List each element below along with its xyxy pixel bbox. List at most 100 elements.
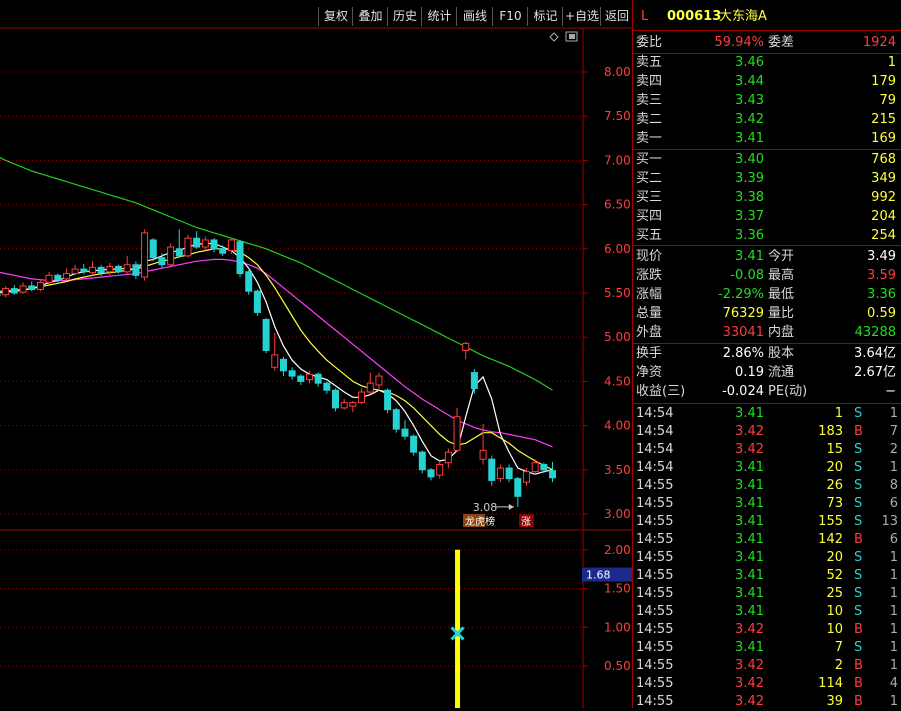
tick-row: 14:55 3.41 155 S 13	[633, 513, 901, 531]
candle-body	[106, 265, 114, 273]
stat-label: 流通	[768, 365, 795, 380]
candle-body	[279, 358, 287, 372]
candle	[332, 388, 340, 412]
candle	[123, 255, 131, 274]
candle	[88, 261, 96, 276]
level-volume: 179	[871, 74, 896, 89]
tick-side: S	[854, 478, 863, 493]
tick-time: 14:55	[636, 550, 674, 565]
tick-volume: 39	[826, 694, 843, 709]
price-tick-label: 6.50	[604, 198, 631, 212]
tick-volume: 26	[826, 478, 843, 493]
stat-label: 今开	[768, 249, 795, 264]
stat-label: 股本	[768, 346, 795, 361]
candle-body	[175, 248, 183, 257]
candle-body	[88, 266, 96, 274]
candle	[436, 460, 444, 479]
candle-body	[141, 232, 149, 278]
tick-time: 14:55	[636, 640, 674, 655]
level-price: 3.38	[735, 190, 764, 205]
candle-body	[80, 268, 88, 273]
ask-row: 卖一 3.41 169	[633, 130, 901, 148]
tick-side: B	[854, 658, 863, 673]
ma20-line	[0, 258, 553, 448]
tick-count: 2	[889, 442, 898, 457]
tick-time: 14:55	[636, 622, 674, 637]
tick-side: B	[854, 694, 863, 709]
tick-price: 3.42	[735, 658, 764, 673]
candle	[210, 238, 218, 253]
candle-body	[54, 274, 62, 281]
candle-body	[158, 257, 166, 266]
tick-count: 8	[889, 478, 898, 493]
level-label: 卖三	[636, 93, 663, 108]
candle	[253, 289, 261, 316]
candle-body	[522, 471, 530, 483]
candle-body	[444, 451, 452, 464]
level-price: 3.36	[735, 228, 764, 243]
candle-body	[36, 281, 44, 290]
tick-price: 3.41	[735, 406, 764, 421]
tick-count: 1	[889, 694, 898, 709]
tick-side: S	[854, 568, 863, 583]
candle-body	[488, 458, 496, 481]
candle-body	[297, 375, 305, 382]
candle	[349, 400, 357, 413]
tick-volume: 114	[818, 676, 843, 691]
stat-value: 0.59	[867, 306, 896, 321]
level-volume: 768	[871, 152, 896, 167]
indicator-tick-label: 1.50	[604, 582, 631, 596]
level-label: 卖五	[636, 55, 663, 70]
quote-panel: L 000613 大东海A 委比 59.94% 委差 1924 卖五 3.46 1 卖…	[632, 0, 901, 709]
candle	[132, 261, 140, 279]
level-price: 3.40	[735, 152, 764, 167]
price-tick-label: 7.00	[604, 153, 631, 167]
ask-row: 卖四 3.44 179	[633, 73, 901, 91]
tick-price: 3.42	[735, 442, 764, 457]
order-ratio-value: 59.94%	[714, 35, 764, 50]
candle	[141, 229, 149, 281]
order-diff-value: 1924	[862, 35, 896, 50]
tick-volume: 52	[826, 568, 843, 583]
tick-time: 14:55	[636, 658, 674, 673]
bid-row: 买五 3.36 254	[633, 227, 901, 245]
candle-body	[410, 435, 418, 453]
stat-value: 76329	[722, 306, 764, 321]
tick-price: 3.41	[735, 640, 764, 655]
kline-chart[interactable]: 8.00 7.50 7.00 6.50 6.00 5.50 5.00 4.50 4.00 3.50…	[0, 0, 632, 708]
stat-value: -2.29%	[718, 287, 764, 302]
candle	[462, 341, 470, 360]
level-label: 卖一	[636, 131, 663, 146]
candle	[488, 455, 496, 486]
tick-volume: 25	[826, 586, 843, 601]
candle-body	[271, 354, 279, 368]
tick-time: 14:55	[636, 694, 674, 709]
candle	[288, 367, 296, 380]
candle	[62, 268, 70, 281]
candle-body	[245, 271, 253, 292]
stock-header: L 000613 大东海A	[633, 8, 901, 26]
candle-body	[10, 288, 18, 294]
tick-time: 14:55	[636, 568, 674, 583]
candle-body	[340, 402, 348, 409]
candle-body	[19, 285, 27, 293]
tick-side: S	[854, 640, 863, 655]
candle-body	[462, 342, 470, 351]
candle-body	[71, 268, 79, 275]
candle	[470, 369, 478, 394]
stat-value: 3.59	[867, 268, 896, 283]
candle	[184, 234, 192, 258]
level-volume: 254	[871, 228, 896, 243]
tick-price: 3.41	[735, 514, 764, 529]
tick-side: S	[854, 496, 863, 511]
stat-value: 33041	[722, 325, 764, 340]
level-price: 3.46	[735, 55, 764, 70]
candle	[453, 407, 461, 453]
tick-time: 14:55	[636, 604, 674, 619]
level-price: 3.39	[735, 171, 764, 186]
tick-side: S	[854, 460, 863, 475]
candle	[358, 388, 366, 405]
tick-volume: 155	[818, 514, 843, 529]
stat-value: -0.024	[722, 384, 764, 399]
stat-label: 现价	[636, 249, 663, 264]
